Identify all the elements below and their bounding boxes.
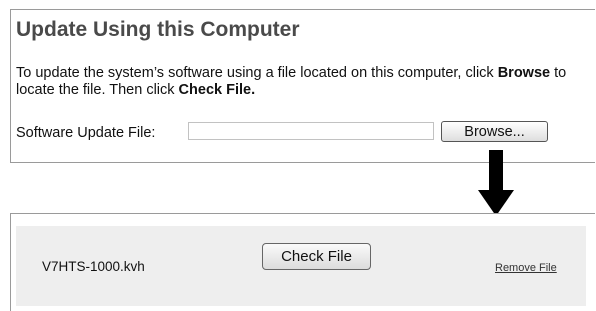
software-update-file-field[interactable] <box>188 122 434 140</box>
check-file-button[interactable]: Check File <box>262 243 371 270</box>
remove-file-link[interactable]: Remove File <box>495 262 557 274</box>
instruction-check-word: Check File. <box>178 82 256 98</box>
file-name: V7HTS-1000.kvh <box>42 259 145 274</box>
panel-title: Update Using this Computer <box>16 18 300 41</box>
instruction-part1: To update the system’s software using a … <box>16 65 498 81</box>
instructions-text: To update the system’s software using a … <box>16 65 581 99</box>
file-label: Software Update File: <box>16 125 156 141</box>
browse-button[interactable]: Browse... <box>441 121 548 142</box>
arrow-down-icon <box>478 150 514 216</box>
instruction-browse-word: Browse <box>497 65 551 81</box>
file-row: Software Update File: Browse... <box>16 120 548 146</box>
